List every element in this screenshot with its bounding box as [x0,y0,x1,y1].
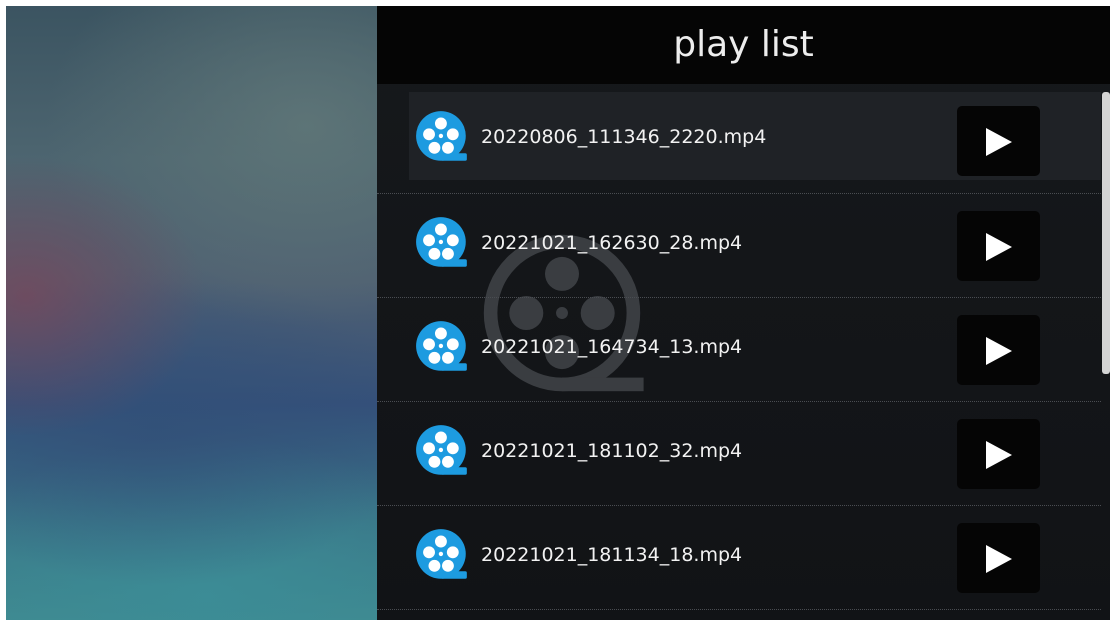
playlist-item[interactable]: 20220806_111346_2220.mp4 [377,90,1101,194]
play-icon [986,128,1012,156]
video-reel-icon [416,529,467,579]
play-button[interactable] [957,419,1040,489]
playlist: 20220806_111346_2220.mp4 20221021_162630… [377,90,1101,610]
play-button[interactable] [957,106,1040,176]
play-button[interactable] [957,211,1040,281]
file-name: 20221021_162630_28.mp4 [481,232,743,254]
play-icon [986,233,1012,261]
play-icon [986,545,1012,573]
file-name: 20221021_181102_32.mp4 [481,440,743,462]
playlist-item[interactable]: 20221021_181102_32.mp4 [377,402,1101,506]
file-name: 20221021_181134_18.mp4 [481,544,743,566]
blurred-wallpaper [6,6,377,620]
file-name: 20221021_164734_13.mp4 [481,336,743,358]
playlist-header: play list [377,6,1110,84]
video-reel-icon [416,425,467,475]
playlist-scrollbar[interactable] [1102,92,1110,374]
playlist-item[interactable]: 20221021_164734_13.mp4 [377,298,1101,402]
playlist-panel: play list 20220806_111346_2220.mp4 20221… [377,6,1110,620]
video-reel-icon [416,321,467,371]
video-reel-icon [416,111,467,161]
video-reel-icon [416,217,467,267]
play-button[interactable] [957,315,1040,385]
playlist-item[interactable]: 20221021_162630_28.mp4 [377,194,1101,298]
play-icon [986,441,1012,469]
playlist-title: play list [673,24,814,65]
playlist-item[interactable]: 20221021_181134_18.mp4 [377,506,1101,610]
play-icon [986,337,1012,365]
play-button[interactable] [957,523,1040,593]
file-name: 20220806_111346_2220.mp4 [481,126,767,148]
